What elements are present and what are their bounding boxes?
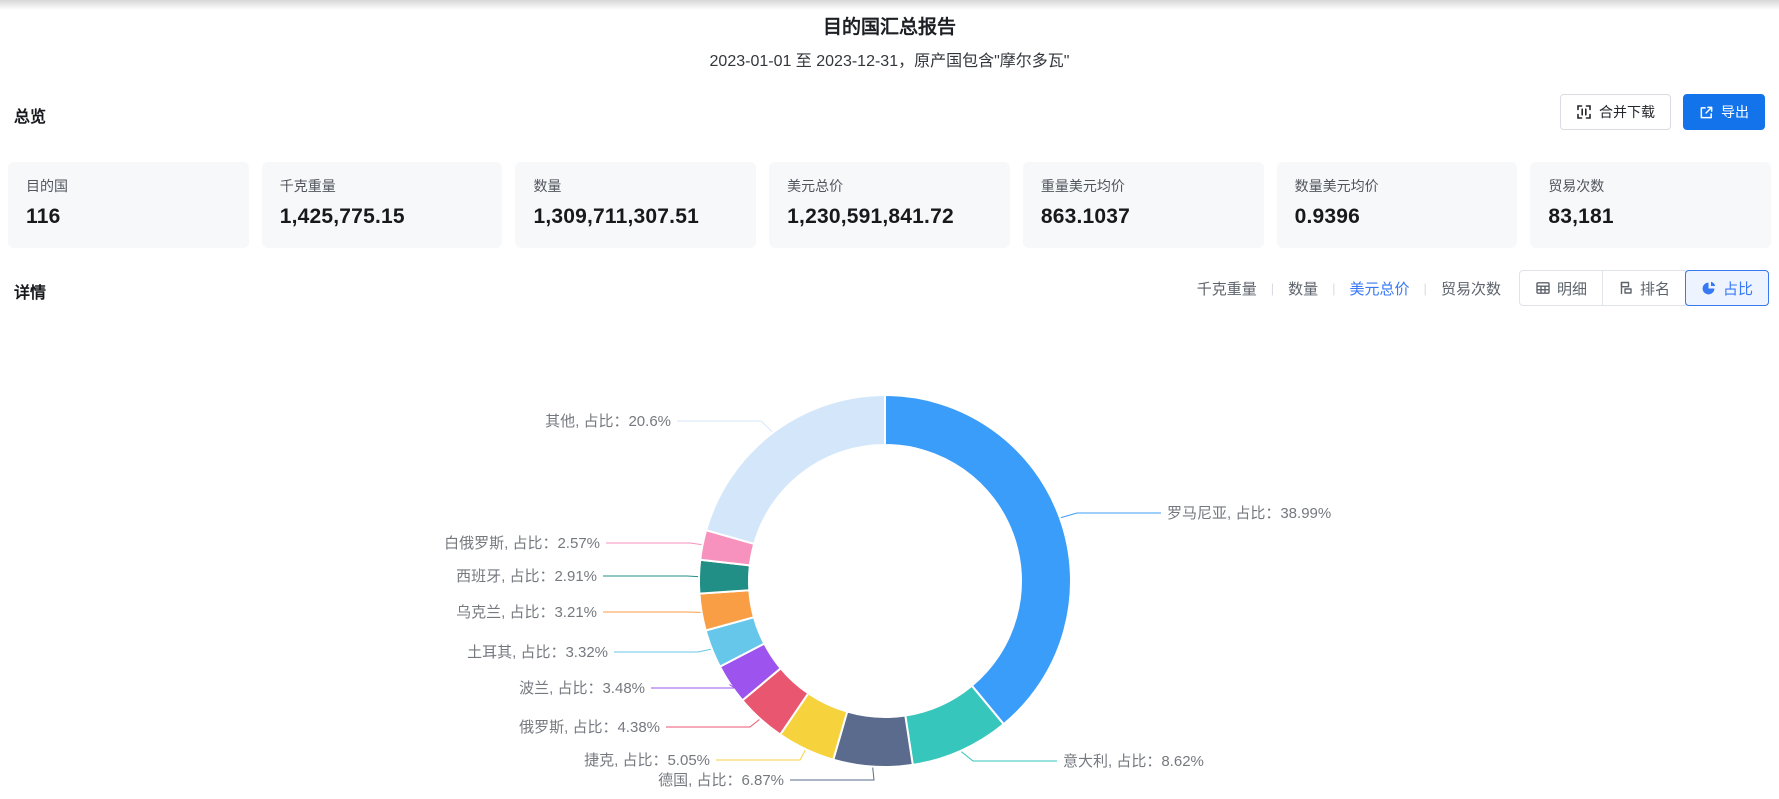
pie-label: 罗马尼亚, 占比：38.99% [1167, 505, 1331, 522]
pie-label: 俄罗斯, 占比：4.38% [519, 719, 660, 736]
pie-leader-line [651, 684, 737, 689]
pie-label: 白俄罗斯, 占比：2.57% [444, 535, 600, 552]
pie-label: 乌克兰, 占比：3.21% [456, 604, 597, 621]
pie-slice-0[interactable] [884, 393, 1072, 726]
pie-leader-line [716, 749, 806, 761]
pie-label: 意大利, 占比：8.62% [1063, 752, 1204, 770]
pie-leader-line [603, 575, 699, 578]
pie-label: 西班牙, 占比：2.91% [456, 568, 597, 585]
pie-label: 土耳其, 占比：3.32% [467, 644, 608, 661]
pie-leader-line [790, 767, 875, 781]
pie-leader-line [606, 542, 702, 546]
pie-leader-line [1060, 512, 1161, 519]
donut-chart: 罗马尼亚, 占比：38.99% 意大利, 占比：8.62% 德国, 占比：6.87%… [0, 320, 1779, 799]
pie-leader-line [961, 751, 1057, 762]
pie-label: 德国, 占比：6.87% [658, 771, 784, 789]
pie-slice-10[interactable] [704, 393, 886, 546]
pie-leader-line [614, 648, 712, 653]
pie-label: 波兰, 占比：3.48% [519, 680, 645, 697]
pie-label: 其他, 占比：20.6% [545, 413, 671, 430]
pie-leader-line [677, 420, 773, 433]
pie-label: 捷克, 占比：5.05% [584, 752, 710, 769]
report-page: 目的国汇总报告 2023-01-01 至 2023-12-31，原产国包含"摩尔… [0, 0, 1779, 799]
pie-leader-line [666, 719, 760, 728]
donut-chart-svg: 罗马尼亚, 占比：38.99% 意大利, 占比：8.62% 德国, 占比：6.87%… [444, 393, 1331, 789]
